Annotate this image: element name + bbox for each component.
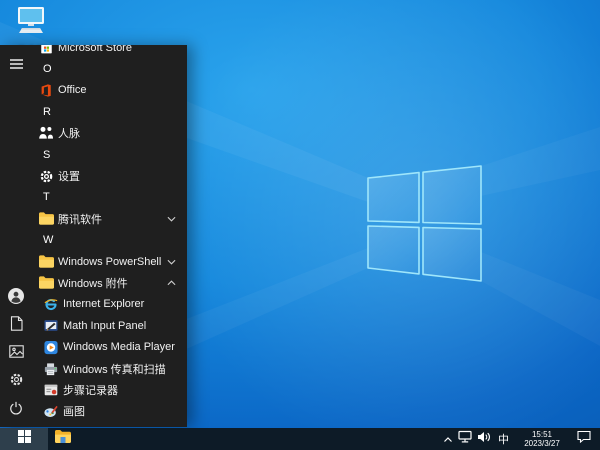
folder-icon — [38, 275, 54, 291]
section-letter-s[interactable]: S — [32, 144, 187, 165]
taskbar-file-explorer-button[interactable] — [50, 428, 76, 450]
chevron-up-icon — [167, 280, 176, 286]
folder-icon — [38, 254, 54, 270]
start-menu: Microsoft Store O Office R 人脉 S 设置 T 腾讯软件 W Window… — [0, 45, 187, 427]
start-menu-item-windows-media-player[interactable]: Windows Media Player — [32, 336, 187, 357]
volume-tray-button[interactable] — [477, 428, 491, 450]
power-button[interactable] — [0, 399, 32, 421]
wmp-icon — [44, 339, 58, 355]
gear-icon — [38, 168, 54, 184]
menu-item-label: O — [43, 63, 52, 76]
menu-item-label: 设置 — [58, 171, 80, 184]
menu-item-label: Internet Explorer — [63, 298, 145, 311]
chevron-down-icon — [167, 216, 176, 222]
folder-icon — [38, 211, 54, 227]
user-avatar-icon — [8, 287, 24, 309]
start-menu-item-microsoft-store[interactable]: Microsoft Store — [32, 45, 187, 58]
menu-item-label: Windows PowerShell — [58, 255, 162, 268]
menu-item-label: Windows Media Player — [63, 341, 175, 354]
menu-item-label: 步骤记录器 — [63, 384, 118, 397]
pictures-button[interactable] — [0, 343, 32, 365]
gear-outline-icon — [9, 372, 24, 392]
fax-icon — [44, 361, 58, 377]
menu-item-label: R — [43, 105, 51, 118]
menu-item-label: T — [43, 191, 50, 204]
start-menu-item-steps-recorder[interactable]: 步骤记录器 — [32, 379, 187, 400]
section-letter-r[interactable]: R — [32, 101, 187, 122]
menu-item-label: 画图 — [63, 406, 85, 419]
menu-item-label: S — [43, 148, 51, 161]
action-center-icon — [577, 430, 591, 448]
user-account-button[interactable] — [0, 287, 32, 309]
menu-item-label: 人脉 — [58, 128, 80, 141]
network-icon — [458, 430, 472, 448]
menu-item-label: Math Input Panel — [63, 319, 147, 332]
start-menu-item-math-input-panel[interactable]: Math Input Panel — [32, 315, 187, 336]
start-menu-item-windows-powershell[interactable]: Windows PowerShell — [32, 251, 187, 272]
menu-item-label: Office — [58, 84, 87, 97]
start-menu-item-windows-fax-scan[interactable]: Windows 传真和扫描 — [32, 358, 187, 379]
section-letter-w[interactable]: W — [32, 230, 187, 251]
expand-menu-button[interactable] — [0, 55, 32, 75]
windows-logo-icon — [17, 430, 31, 448]
action-center-button[interactable] — [577, 428, 591, 450]
section-letter-t[interactable]: T — [32, 187, 187, 208]
office-icon — [38, 82, 54, 98]
pictures-icon — [8, 345, 24, 363]
start-menu-item-paint[interactable]: 画图 — [32, 401, 187, 422]
taskbar-clock[interactable]: 15:51 2023/3/27 — [520, 430, 564, 448]
menu-item-label: Microsoft Store — [58, 45, 132, 54]
windows-desktop: 此电脑 — [0, 0, 600, 450]
paint-icon — [44, 403, 58, 419]
app-list-inner: Microsoft Store O Office R 人脉 S 设置 T 腾讯软件 W Window… — [32, 45, 187, 422]
file-explorer-icon — [55, 430, 71, 448]
clock-time: 15:51 — [531, 430, 553, 439]
system-tray: 中 15:51 2023/3/27 — [443, 428, 600, 450]
network-tray-button[interactable] — [458, 428, 472, 450]
start-menu-item-internet-explorer[interactable]: Internet Explorer — [32, 294, 187, 315]
documents-button[interactable] — [0, 315, 32, 337]
section-letter-o[interactable]: O — [32, 58, 187, 79]
start-button[interactable] — [0, 428, 48, 450]
menu-item-label: Windows 传真和扫描 — [63, 363, 166, 376]
steps-icon — [44, 382, 58, 398]
start-menu-item-tencent-software[interactable]: 腾讯软件 — [32, 208, 187, 229]
tray-overflow-button[interactable] — [443, 428, 453, 450]
hamburger-icon — [9, 56, 23, 74]
people-icon — [38, 125, 54, 141]
menu-item-label: 腾讯软件 — [58, 213, 102, 226]
start-menu-item-windows-accessories[interactable]: Windows 附件 — [32, 272, 187, 293]
chevron-up-icon — [443, 430, 453, 448]
start-menu-item-people[interactable]: 人脉 — [32, 123, 187, 144]
this-pc-icon — [13, 7, 49, 40]
start-menu-item-settings[interactable]: 设置 — [32, 165, 187, 186]
start-menu-app-list: Microsoft Store O Office R 人脉 S 设置 T 腾讯软件 W Window… — [32, 45, 187, 427]
ie-icon — [44, 296, 58, 312]
start-menu-item-office[interactable]: Office — [32, 80, 187, 101]
power-icon — [9, 401, 23, 420]
ms-store-icon — [38, 45, 54, 56]
ime-indicator[interactable]: 中 — [496, 428, 511, 450]
menu-item-label: W — [43, 234, 54, 247]
settings-button[interactable] — [0, 371, 32, 393]
chevron-down-icon — [167, 259, 176, 265]
start-menu-rail — [0, 45, 32, 427]
document-icon — [10, 316, 23, 336]
speaker-icon — [477, 430, 491, 448]
math-icon — [44, 318, 58, 334]
menu-item-label: Windows 附件 — [58, 277, 128, 290]
clock-date: 2023/3/27 — [524, 439, 560, 448]
taskbar: 中 15:51 2023/3/27 — [0, 428, 600, 450]
